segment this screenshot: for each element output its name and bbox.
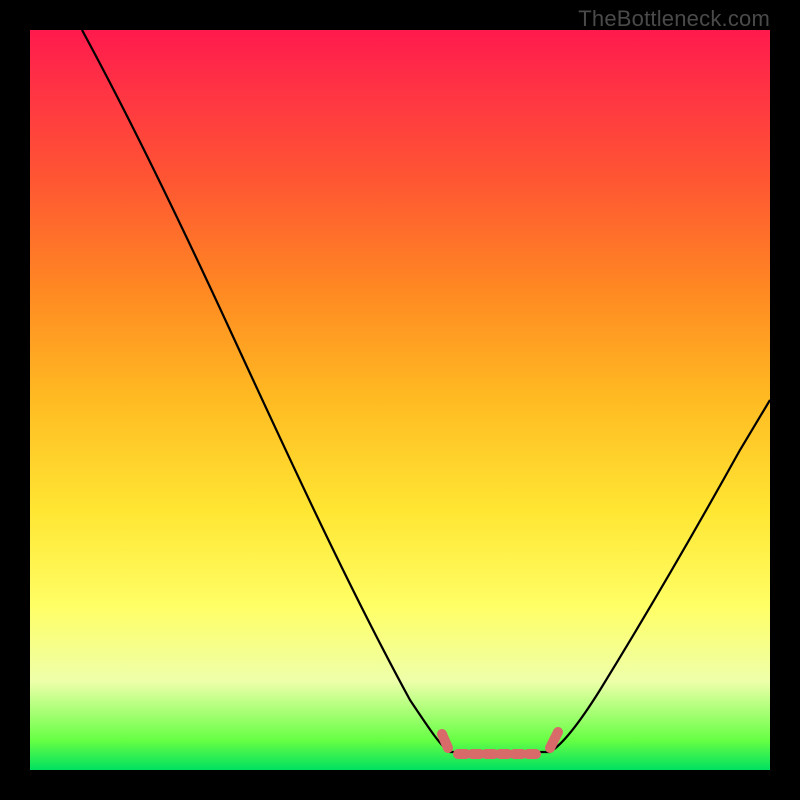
bottleneck-curve-line [82, 30, 770, 752]
watermark-text: TheBottleneck.com [578, 6, 770, 32]
optimal-marker-band [442, 732, 558, 754]
chart-frame: TheBottleneck.com [0, 0, 800, 800]
plot-area [30, 30, 770, 770]
curve-svg [30, 30, 770, 770]
